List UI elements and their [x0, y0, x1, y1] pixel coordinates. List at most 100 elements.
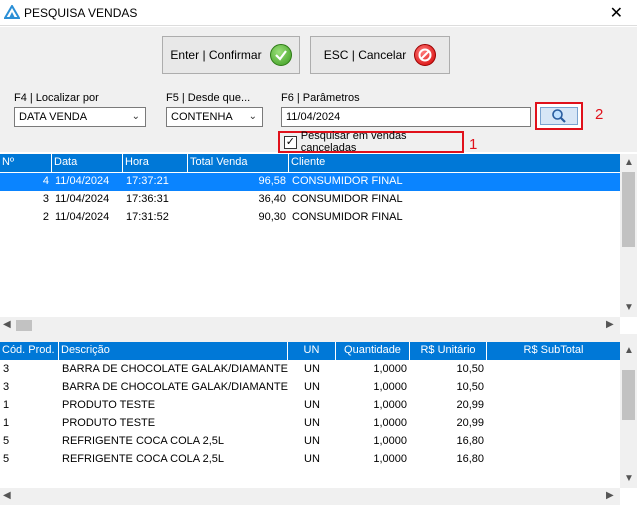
- locate-label: F4 | Localizar por: [14, 92, 99, 104]
- col-time[interactable]: Hora: [123, 154, 188, 172]
- item-subtotal: [487, 397, 620, 415]
- scroll-down-icon[interactable]: ▼: [624, 473, 634, 484]
- col-unit[interactable]: UN: [288, 342, 336, 360]
- col-unit-price[interactable]: R$ Unitário: [410, 342, 487, 360]
- sale-time: 17:31:52: [126, 211, 169, 223]
- sale-date: 11/04/2024: [55, 193, 110, 205]
- items-grid: Cód. Prod. Descrição UN Quantidade R$ Un…: [0, 342, 637, 505]
- item-row[interactable]: 3 BARRA DE CHOCOLATE GALAK/DIAMANTE NEGR…: [0, 379, 620, 397]
- confirm-label: Enter | Confirmar: [170, 48, 262, 62]
- title-bar: PESQUISA VENDAS ✕: [0, 0, 637, 26]
- sale-number: 3: [42, 193, 49, 205]
- params-label: F6 | Parâmetros: [281, 92, 360, 104]
- item-description: REFRIGENTE COCA COLA 2,5L: [62, 453, 224, 465]
- item-unit-price: 16,80: [456, 435, 484, 447]
- scroll-left-icon[interactable]: ◀: [3, 319, 11, 330]
- item-quantity: 1,0000: [373, 453, 407, 465]
- item-unit-price: 10,50: [456, 363, 484, 375]
- scroll-thumb[interactable]: [16, 320, 32, 331]
- items-grid-header: Cód. Prod. Descrição UN Quantidade R$ Un…: [0, 342, 620, 360]
- search-button[interactable]: [535, 102, 583, 130]
- items-vertical-scrollbar[interactable]: ▲ ▼: [620, 342, 637, 488]
- item-unit-price: 20,99: [456, 417, 484, 429]
- item-code: 1: [3, 417, 10, 429]
- chevron-down-icon: ⌄: [248, 111, 257, 122]
- sale-client: CONSUMIDOR FINAL: [289, 173, 620, 191]
- col-description[interactable]: Descrição: [59, 342, 288, 360]
- scroll-left-icon[interactable]: ◀: [3, 490, 11, 501]
- sale-total: 96,58: [188, 173, 289, 191]
- sale-number: 2: [42, 211, 49, 223]
- item-description: PRODUTO TESTE: [62, 417, 156, 429]
- scroll-right-icon[interactable]: ▶: [606, 319, 614, 330]
- since-select[interactable]: CONTENHA ⌄: [166, 107, 263, 127]
- item-description: PRODUTO TESTE: [62, 399, 156, 411]
- item-row[interactable]: 1 PRODUTO TESTE UN 1,0000 20,99: [0, 397, 620, 415]
- close-icon[interactable]: ✕: [610, 3, 623, 23]
- prohibited-icon: [414, 44, 437, 66]
- cancel-label: ESC | Cancelar: [323, 48, 407, 62]
- item-quantity: 1,0000: [373, 417, 407, 429]
- col-code[interactable]: Cód. Prod.: [0, 342, 59, 360]
- item-unit: UN: [304, 417, 320, 429]
- sales-grid-header: Nº Data Hora Total Venda Cliente: [0, 154, 620, 172]
- col-quantity[interactable]: Quantidade: [336, 342, 410, 360]
- cancel-button[interactable]: ESC | Cancelar: [310, 36, 450, 74]
- col-num[interactable]: Nº: [0, 154, 52, 172]
- sale-total: 36,40: [258, 193, 286, 205]
- grid-splitter[interactable]: [0, 334, 637, 342]
- sale-client: CONSUMIDOR FINAL: [292, 193, 403, 205]
- item-quantity: 1,0000: [373, 381, 407, 393]
- items-horizontal-scrollbar[interactable]: ◀ ▶: [0, 488, 620, 505]
- item-row[interactable]: 5 REFRIGENTE COCA COLA 2,5L UN 1,0000 16…: [0, 451, 620, 469]
- since-label: F5 | Desde que...: [166, 92, 251, 104]
- callout-2: 2: [595, 106, 604, 123]
- col-date[interactable]: Data: [52, 154, 123, 172]
- sales-row[interactable]: 3 11/04/2024 17:36:31 36,40 CONSUMIDOR F…: [0, 191, 620, 209]
- col-total[interactable]: Total Venda: [188, 154, 289, 172]
- sales-row[interactable]: 2 11/04/2024 17:31:52 90,30 CONSUMIDOR F…: [0, 209, 620, 227]
- sale-time: 17:36:31: [126, 193, 169, 205]
- item-row[interactable]: 1 PRODUTO TESTE UN 1,0000 20,99: [0, 415, 620, 433]
- item-subtotal: [487, 415, 620, 433]
- item-row[interactable]: 5 REFRIGENTE COCA COLA 2,5L UN 1,0000 16…: [0, 433, 620, 451]
- col-client[interactable]: Cliente: [289, 154, 620, 172]
- since-value: CONTENHA: [171, 111, 233, 123]
- item-unit: UN: [304, 453, 320, 465]
- scroll-right-icon[interactable]: ▶: [606, 490, 614, 501]
- item-quantity: 1,0000: [373, 363, 407, 375]
- scroll-up-icon[interactable]: ▲: [624, 345, 634, 356]
- sale-total: 90,30: [258, 211, 286, 223]
- item-quantity: 1,0000: [373, 435, 407, 447]
- params-input[interactable]: 11/04/2024: [281, 107, 531, 127]
- item-subtotal: [487, 451, 620, 469]
- item-description: BARRA DE CHOCOLATE GALAK/DIAMANTE NEGRO: [62, 381, 288, 393]
- magnifier-icon: [552, 109, 566, 123]
- sales-vertical-scrollbar[interactable]: ▲ ▼: [620, 154, 637, 317]
- locate-select[interactable]: DATA VENDA ⌄: [14, 107, 146, 127]
- cancelled-checkbox[interactable]: ✓: [284, 135, 297, 149]
- sale-client: CONSUMIDOR FINAL: [292, 211, 403, 223]
- sales-grid: Nº Data Hora Total Venda Cliente 4 11/04…: [0, 154, 637, 334]
- item-subtotal: [487, 433, 620, 451]
- confirm-button[interactable]: Enter | Confirmar: [162, 36, 300, 74]
- col-subtotal[interactable]: R$ SubTotal: [487, 342, 620, 360]
- sales-horizontal-scrollbar[interactable]: ◀ ▶: [0, 317, 620, 334]
- sales-row[interactable]: 4 11/04/2024 17:37:21 96,58 CONSUMIDOR F…: [0, 173, 620, 191]
- item-description: BARRA DE CHOCOLATE GALAK/DIAMANTE NEGRO: [62, 363, 288, 375]
- item-quantity: 1,0000: [373, 399, 407, 411]
- scroll-down-icon[interactable]: ▼: [624, 302, 634, 313]
- cancelled-label: Pesquisar em vendas canceladas: [300, 130, 407, 154]
- window-title: PESQUISA VENDAS: [24, 6, 138, 20]
- scroll-thumb[interactable]: [622, 172, 635, 247]
- sale-date: 11/04/2024: [52, 173, 123, 191]
- item-subtotal: [487, 361, 620, 379]
- check-icon: [269, 44, 292, 66]
- scroll-thumb[interactable]: [622, 370, 635, 420]
- scroll-up-icon[interactable]: ▲: [624, 157, 634, 168]
- item-subtotal: [487, 379, 620, 397]
- item-row[interactable]: 3 BARRA DE CHOCOLATE GALAK/DIAMANTE NEGR…: [0, 361, 620, 379]
- search-button-face[interactable]: [540, 107, 578, 125]
- cancelled-sales-option[interactable]: ✓ Pesquisar em vendas canceladas: [278, 130, 464, 154]
- item-unit-price: 10,50: [456, 381, 484, 393]
